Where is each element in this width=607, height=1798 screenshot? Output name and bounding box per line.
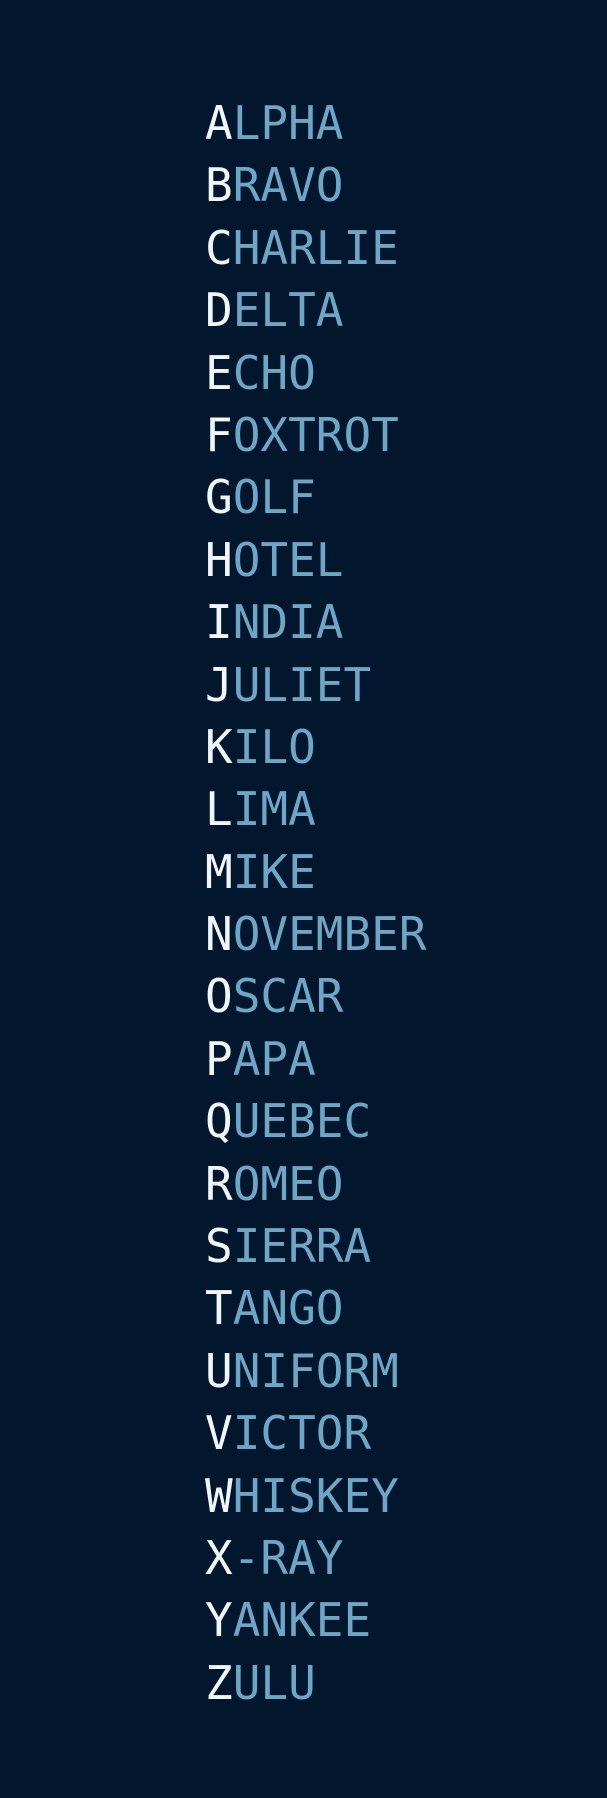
initial-letter: R	[205, 1156, 233, 1211]
word-remainder: ELTA	[232, 283, 344, 338]
phonetic-word-uniform: UNIFORM	[205, 1340, 427, 1402]
phonetic-word-papa: PAPA	[205, 1028, 427, 1090]
initial-letter: T	[205, 1281, 233, 1336]
phonetic-word-zulu: ZULU	[205, 1652, 427, 1714]
initial-letter: B	[205, 158, 233, 213]
initial-letter: N	[205, 907, 233, 962]
word-remainder: LPHA	[232, 96, 344, 150]
word-remainder: OXTROT	[232, 407, 399, 462]
phonetic-word-november: NOVEMBER	[205, 903, 427, 965]
phonetic-alphabet-list: ALPHA BRAVO CHARLIE DELTA ECHO FOXTROT GOLF HOT…	[205, 92, 427, 1714]
initial-letter: D	[205, 283, 233, 338]
word-remainder: OMEO	[232, 1156, 344, 1211]
word-remainder: ULU	[232, 1655, 316, 1710]
phonetic-word-bravo: BRAVO	[205, 154, 427, 216]
phonetic-word-xray: X-RAY	[205, 1527, 427, 1589]
phonetic-word-echo: ECHO	[205, 342, 427, 404]
word-remainder: IMA	[232, 782, 316, 837]
phonetic-word-quebec: QUEBEC	[205, 1090, 427, 1152]
initial-letter: O	[205, 969, 233, 1024]
initial-letter: U	[205, 1343, 233, 1398]
phonetic-word-kilo: KILO	[205, 716, 427, 778]
initial-letter: V	[205, 1406, 233, 1461]
initial-letter: Z	[205, 1655, 233, 1710]
word-remainder: ANKEE	[232, 1593, 372, 1648]
phonetic-word-oscar: OSCAR	[205, 965, 427, 1027]
initial-letter: P	[205, 1031, 233, 1086]
phonetic-word-alpha: ALPHA	[205, 92, 427, 154]
word-remainder: APA	[232, 1031, 316, 1086]
word-remainder: HISKEY	[232, 1468, 399, 1523]
page: { "title": "NATO Phonetic Alphabet", "co…	[0, 0, 607, 1798]
phonetic-word-hotel: HOTEL	[205, 529, 427, 591]
initial-letter: A	[205, 96, 233, 150]
initial-letter: X	[205, 1530, 233, 1585]
word-remainder: RAVO	[232, 158, 344, 213]
word-remainder: OLF	[232, 470, 316, 525]
phonetic-word-golf: GOLF	[205, 466, 427, 528]
phonetic-word-yankee: YANKEE	[205, 1589, 427, 1651]
word-remainder: HARLIE	[232, 220, 399, 275]
initial-letter: E	[205, 345, 233, 400]
phonetic-word-charlie: CHARLIE	[205, 217, 427, 279]
word-remainder: ULIET	[232, 657, 372, 712]
initial-letter: F	[205, 407, 233, 462]
phonetic-word-india: INDIA	[205, 591, 427, 653]
initial-letter: I	[205, 595, 233, 650]
word-remainder: NIFORM	[232, 1343, 399, 1398]
word-remainder: OVEMBER	[232, 907, 427, 962]
phonetic-word-delta: DELTA	[205, 279, 427, 341]
initial-letter: M	[205, 844, 233, 899]
initial-letter: C	[205, 220, 233, 275]
phonetic-word-sierra: SIERRA	[205, 1215, 427, 1277]
phonetic-word-juliet: JULIET	[205, 654, 427, 716]
phonetic-word-tango: TANGO	[205, 1277, 427, 1339]
word-remainder: ANGO	[232, 1281, 344, 1336]
initial-letter: S	[205, 1219, 233, 1274]
initial-letter: Q	[205, 1094, 233, 1149]
word-remainder: OTEL	[232, 532, 344, 587]
word-remainder: NDIA	[232, 595, 344, 650]
phonetic-word-victor: VICTOR	[205, 1402, 427, 1464]
word-remainder: CHO	[232, 345, 316, 400]
phonetic-word-lima: LIMA	[205, 778, 427, 840]
phonetic-word-mike: MIKE	[205, 841, 427, 903]
word-remainder: SCAR	[232, 969, 344, 1024]
phonetic-word-foxtrot: FOXTROT	[205, 404, 427, 466]
initial-letter: Y	[205, 1593, 233, 1648]
word-remainder: IKE	[232, 844, 316, 899]
initial-letter: L	[205, 782, 233, 837]
initial-letter: G	[205, 470, 233, 525]
initial-letter: H	[205, 532, 233, 587]
initial-letter: J	[205, 657, 233, 712]
initial-letter: K	[205, 719, 233, 774]
initial-letter: W	[205, 1468, 233, 1523]
word-remainder: -RAY	[232, 1530, 344, 1585]
word-remainder: IERRA	[232, 1219, 372, 1274]
word-remainder: ICTOR	[232, 1406, 372, 1461]
word-remainder: ILO	[232, 719, 316, 774]
word-remainder: UEBEC	[232, 1094, 372, 1149]
phonetic-word-romeo: ROMEO	[205, 1153, 427, 1215]
phonetic-word-whiskey: WHISKEY	[205, 1465, 427, 1527]
